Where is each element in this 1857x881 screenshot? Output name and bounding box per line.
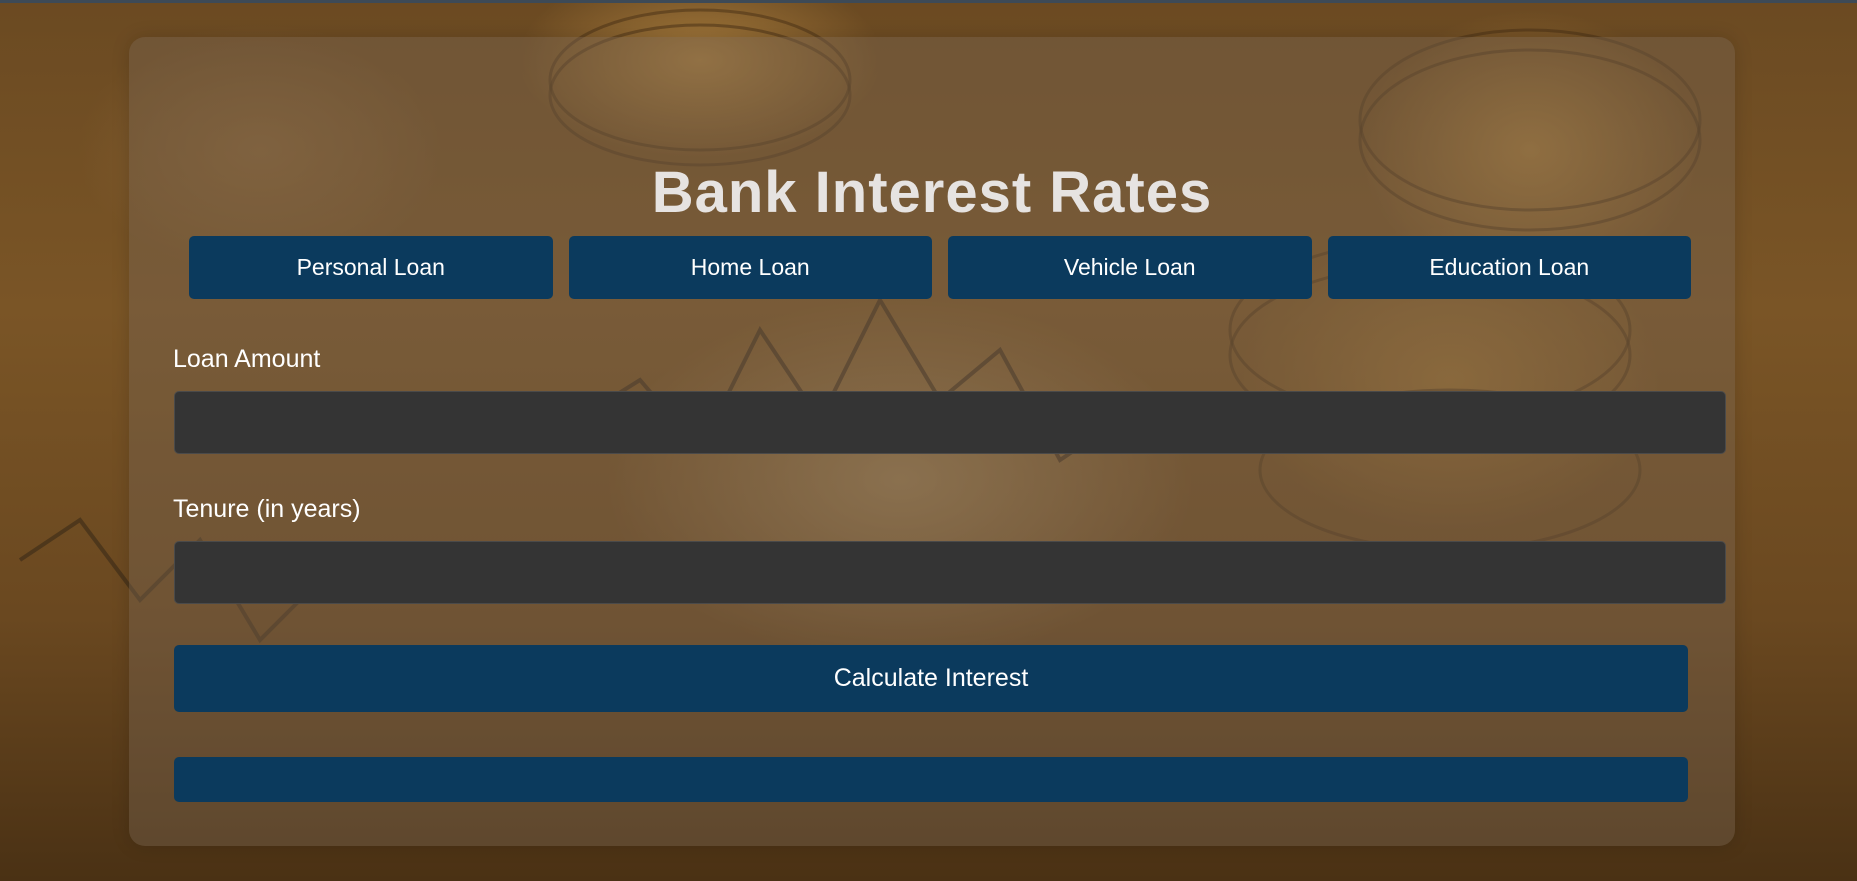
page-title: Bank Interest Rates [651, 160, 1213, 225]
tenure-label: Tenure (in years) [173, 495, 361, 523]
home-loan-button[interactable]: Home Loan [568, 236, 932, 299]
personal-loan-button[interactable]: Personal Loan [189, 236, 553, 299]
loan-amount-label: Loan Amount [173, 345, 321, 373]
education-loan-button[interactable]: Education Loan [1327, 236, 1691, 299]
calculator-panel: Bank Interest Rates Personal Loan Home L… [129, 37, 1735, 846]
result-display [174, 757, 1688, 802]
vehicle-loan-button[interactable]: Vehicle Loan [948, 236, 1312, 299]
top-border [0, 0, 1857, 3]
loan-type-tabs: Personal Loan Home Loan Vehicle Loan Edu… [189, 236, 1691, 299]
loan-amount-input[interactable] [174, 391, 1726, 454]
tenure-input[interactable] [174, 541, 1726, 604]
calculate-interest-button[interactable]: Calculate Interest [174, 645, 1688, 712]
